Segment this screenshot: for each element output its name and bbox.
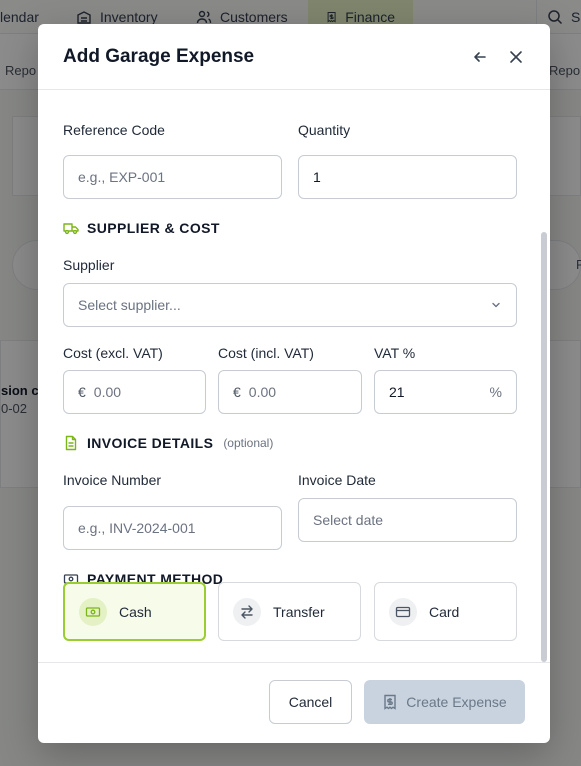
invoice-date-input[interactable]: Select date: [298, 498, 517, 542]
payment-option-cash[interactable]: Cash: [63, 582, 206, 641]
invoice-number-label: Invoice Number: [63, 472, 162, 488]
reference-code-label: Reference Code: [63, 122, 165, 138]
percent-suffix: %: [489, 384, 502, 400]
quantity-value: 1: [313, 169, 321, 185]
payment-option-label: Transfer: [273, 603, 325, 620]
invoice-number-input[interactable]: [63, 506, 282, 550]
receipt-icon: [384, 694, 396, 710]
add-expense-modal: Add Garage Expense Reference Code Quanti…: [38, 24, 550, 743]
truck-icon: [63, 223, 79, 235]
euro-prefix: €: [78, 384, 86, 400]
invoice-section-header: INVOICE DETAILS (optional): [63, 435, 273, 451]
payment-option-card[interactable]: Card: [374, 582, 517, 641]
transfer-arrows-icon: [233, 597, 261, 626]
supplier-placeholder: Select supplier...: [78, 297, 181, 313]
cost-incl-field[interactable]: [248, 384, 347, 400]
cost-excl-field[interactable]: [93, 384, 191, 400]
supplier-label: Supplier: [63, 257, 115, 273]
chevron-down-icon: [492, 302, 500, 308]
invoice-date-label: Invoice Date: [298, 472, 376, 488]
quantity-input[interactable]: 1: [298, 155, 517, 199]
payment-option-label: Cash: [119, 603, 152, 620]
payment-option-transfer[interactable]: Transfer: [218, 582, 361, 641]
vat-value: 21: [389, 384, 405, 400]
reference-code-input[interactable]: [63, 155, 282, 199]
cost-incl-input[interactable]: €: [218, 370, 362, 414]
modal-header: Add Garage Expense: [38, 24, 550, 90]
credit-card-icon: [389, 597, 417, 626]
modal-footer: Cancel Create Expense: [38, 662, 550, 743]
invoice-date-placeholder: Select date: [313, 512, 384, 528]
create-expense-label: Create Expense: [406, 694, 507, 710]
vat-input[interactable]: 21 %: [374, 370, 517, 414]
cancel-button[interactable]: Cancel: [269, 680, 352, 724]
euro-prefix: €: [233, 384, 241, 400]
optional-hint: (optional): [223, 436, 274, 450]
modal-title: Add Garage Expense: [63, 45, 255, 67]
reference-code-field[interactable]: [78, 169, 267, 185]
cost-incl-label: Cost (incl. VAT): [218, 345, 314, 361]
modal-body[interactable]: Reference Code Quantity 1 SUPPLIER & COS…: [38, 90, 550, 662]
vat-label: VAT %: [374, 345, 416, 361]
section-title: INVOICE DETAILS: [87, 435, 214, 451]
back-arrow-icon[interactable]: [470, 47, 490, 67]
invoice-number-field[interactable]: [78, 520, 267, 536]
payment-option-label: Card: [429, 603, 460, 620]
close-icon[interactable]: [506, 47, 526, 67]
cost-excl-input[interactable]: €: [63, 370, 206, 414]
supplier-select[interactable]: Select supplier...: [63, 283, 517, 327]
create-expense-button[interactable]: Create Expense: [364, 680, 525, 724]
section-title: SUPPLIER & COST: [87, 220, 220, 236]
cost-excl-label: Cost (excl. VAT): [63, 345, 163, 361]
cash-icon: [79, 597, 107, 626]
supplier-cost-section-header: SUPPLIER & COST: [63, 220, 220, 236]
modal-scrollbar[interactable]: [541, 232, 547, 662]
document-icon: [65, 435, 77, 451]
quantity-label: Quantity: [298, 122, 351, 138]
